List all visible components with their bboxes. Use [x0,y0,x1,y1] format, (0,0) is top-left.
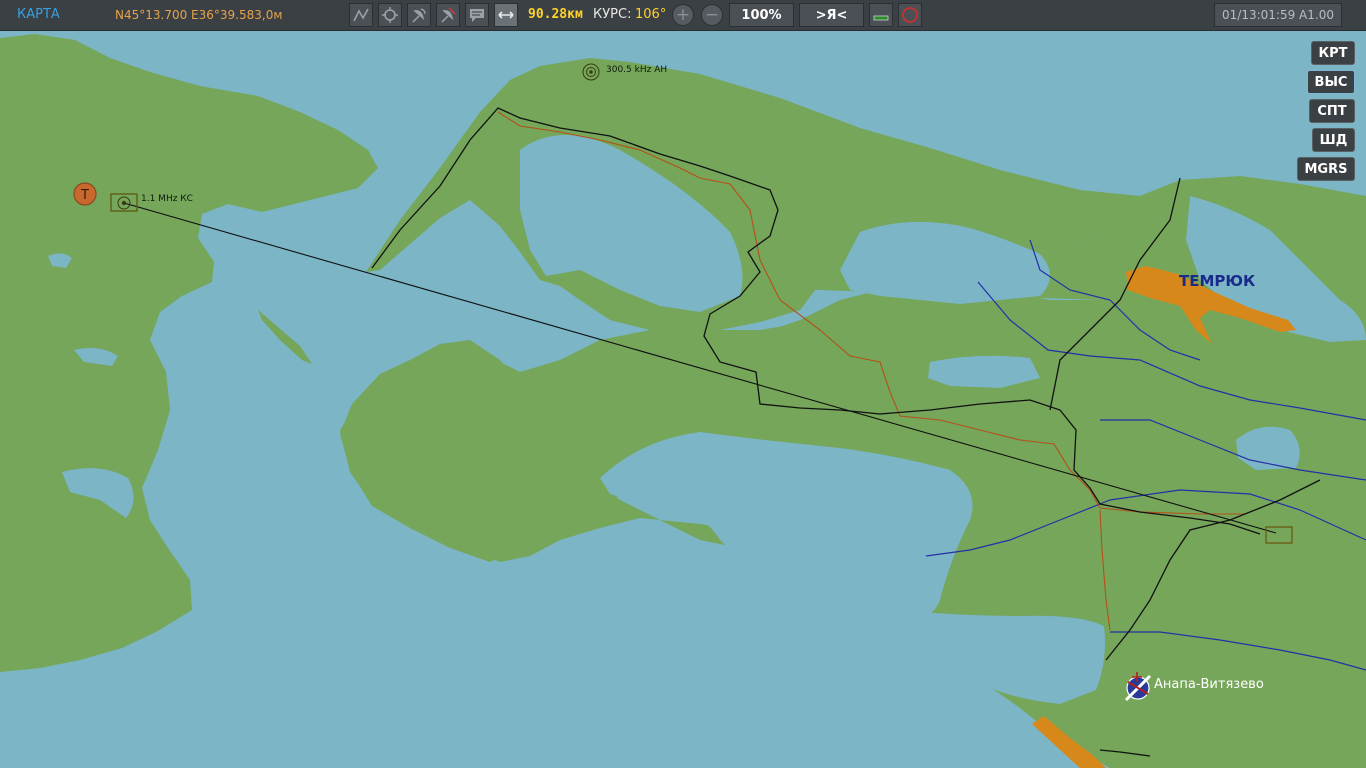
course-value: 106° [635,7,667,22]
status-bar-icon[interactable] [869,3,893,27]
radar-icon[interactable] [407,3,431,27]
mission-time: 01/13:01:59 A1.00 [1214,3,1342,27]
map-canvas[interactable]: T [0,31,1366,768]
latlon-format-button[interactable]: ШД [1312,128,1355,152]
measure-icon[interactable] [494,3,518,27]
course-label: КУРС: [593,7,632,22]
map-title: КАРТА [17,7,60,22]
route-icon[interactable] [349,3,373,27]
stop-icon[interactable] [898,3,922,27]
airfield-label: Анапа-Витязево [1154,677,1264,692]
mgrs-format-button[interactable]: MGRS [1297,157,1355,181]
cursor-coordinates: N45°13.700 E36°39.583,0м [115,8,283,22]
navaid-icon[interactable] [378,3,402,27]
layer-satellite-button[interactable]: СПТ [1309,99,1355,123]
beacon-2-label: 300.5 kHz АН [606,65,668,75]
message-icon[interactable] [465,3,489,27]
city-label-temryuk: ТЕМРЮК [1179,272,1256,290]
scale-button[interactable]: 100% [729,3,794,27]
sam-threat-icon[interactable] [436,3,460,27]
beacon-1-label: 1.1 MHz КС [141,194,193,204]
map-view[interactable]: T ТЕМРЮК Анапа-Витязево 1.1 MHz КС 300.5… [0,31,1366,768]
center-on-self-button[interactable]: >Я< [799,3,864,27]
tanker-marker-label: T [80,188,89,203]
zoom-in-button[interactable]: + [672,4,694,26]
layer-altitude-button[interactable]: ВЫС [1307,70,1355,94]
distance-readout: 90.28км [528,7,583,22]
top-toolbar: КАРТА N45°13.700 E36°39.583,0м 90.28км К… [0,0,1366,31]
layer-map-button[interactable]: КРТ [1311,41,1355,65]
zoom-out-button[interactable]: − [701,4,723,26]
